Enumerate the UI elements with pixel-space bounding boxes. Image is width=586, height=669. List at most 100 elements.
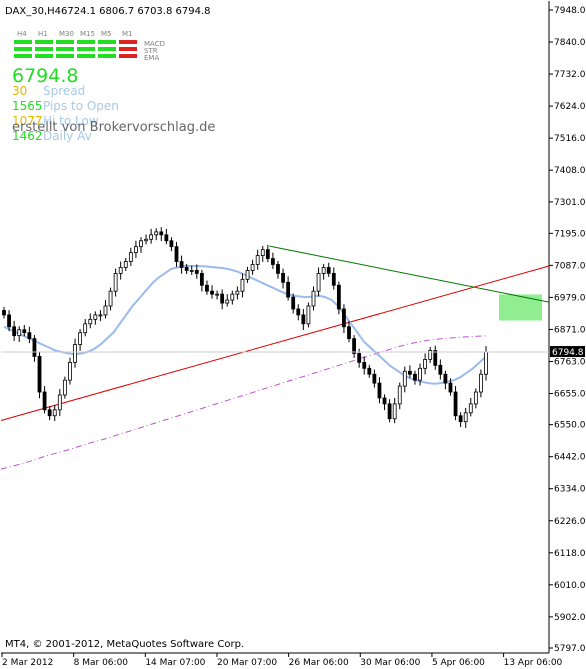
bull-candle-body xyxy=(306,305,311,325)
signal-bar xyxy=(35,40,53,44)
bear-candle-body xyxy=(164,234,169,242)
bear-candle-body xyxy=(42,391,47,411)
bear-candle-body xyxy=(362,361,367,369)
bear-candle-body xyxy=(220,293,225,304)
bull-candle-body xyxy=(83,323,88,334)
bull-candle-body xyxy=(463,412,468,423)
bear-candle-body xyxy=(357,353,362,363)
timeframe-label: M15 xyxy=(80,30,95,38)
bear-candle-body xyxy=(352,338,356,354)
bear-candle-body xyxy=(347,326,351,340)
bear-candle-body xyxy=(47,409,52,417)
signal-bar xyxy=(119,40,137,44)
bull-candle-body xyxy=(149,234,154,240)
target-zone-box xyxy=(499,294,542,321)
bear-candle-body xyxy=(32,338,37,357)
bull-candle-body xyxy=(215,293,219,296)
x-tick-label: 8 Mar 06:00 xyxy=(74,658,129,668)
bear-candle-body xyxy=(377,382,382,399)
y-tick-label: 7840.0 xyxy=(554,38,586,48)
signal-bar xyxy=(119,54,137,58)
bear-candle-body xyxy=(342,308,346,328)
x-tick-label: 26 Mar 06:00 xyxy=(289,658,349,668)
y-tick-label: 5797.0 xyxy=(554,644,586,654)
bull-candle-body xyxy=(255,255,260,265)
y-tick-label: 5902.0 xyxy=(554,613,586,623)
bear-candle-body xyxy=(2,310,6,316)
bear-candle-body xyxy=(458,415,463,423)
bull-candle-body xyxy=(73,344,77,363)
bear-candle-body xyxy=(326,267,331,274)
y-tick-label: 6442.0 xyxy=(554,453,586,463)
bull-candle-body xyxy=(423,359,428,369)
bear-candle-body xyxy=(331,272,336,286)
signal-bar xyxy=(14,54,32,58)
signal-bar xyxy=(56,54,74,58)
bull-candle-body xyxy=(392,403,397,420)
bear-candle-body xyxy=(179,261,184,268)
bull-candle-body xyxy=(397,385,402,405)
x-tick-label: 20 Mar 07:00 xyxy=(217,658,277,668)
bull-candle-body xyxy=(418,367,422,381)
bull-candle-body xyxy=(68,361,72,381)
signal-bar xyxy=(35,47,53,51)
signal-bar xyxy=(98,40,116,44)
bear-candle-body xyxy=(199,272,204,286)
price-chart[interactable]: DAX_30,H4 6724.1 6806.7 6703.8 6794.8 79… xyxy=(0,0,586,669)
x-tick-label: 13 Apr 06:00 xyxy=(504,658,563,668)
y-tick-label: 6550.0 xyxy=(554,421,586,431)
stat-label: Spread xyxy=(43,84,85,98)
bull-candle-body xyxy=(473,391,478,405)
stat-value: 30 xyxy=(12,84,27,98)
bull-candle-body xyxy=(62,379,67,396)
y-tick-label: 6979.0 xyxy=(554,293,586,303)
bull-candle-body xyxy=(240,278,245,292)
bear-candle-body xyxy=(438,364,443,375)
copyright-footer: MT4, © 2001-2012, MetaQuotes Software Co… xyxy=(5,639,244,650)
bear-candle-body xyxy=(433,350,438,366)
bear-candle-body xyxy=(448,382,453,393)
bear-candle-body xyxy=(27,332,32,340)
bear-candle-body xyxy=(301,314,306,325)
signal-bar xyxy=(56,40,74,44)
stat-value: 1565 xyxy=(12,99,43,113)
y-tick-label: 6763.0 xyxy=(554,357,586,367)
bear-candle-body xyxy=(7,314,11,328)
bear-candle-body xyxy=(22,329,27,334)
bull-candle-body xyxy=(468,403,473,414)
bull-candle-body xyxy=(98,314,103,317)
signal-bar xyxy=(77,54,95,58)
bear-candle-body xyxy=(336,284,341,310)
timeframe-label: M1 xyxy=(122,30,133,38)
x-tick-label: 14 Mar 07:00 xyxy=(145,658,205,668)
signal-bar xyxy=(77,47,95,51)
bear-candle-body xyxy=(367,367,372,375)
bear-candle-body xyxy=(407,370,412,375)
y-tick-label: 7408.0 xyxy=(554,166,586,176)
bear-candle-body xyxy=(194,270,199,274)
y-tick-label: 7624.0 xyxy=(554,102,586,112)
bull-candle-body xyxy=(113,272,118,292)
bull-candle-body xyxy=(245,270,250,280)
signal-bar xyxy=(56,47,74,51)
bull-candle-body xyxy=(402,370,407,387)
bull-candle-body xyxy=(316,272,321,292)
y-tick-label: 6871.0 xyxy=(554,325,586,335)
chart-header-ohlc: 6724.1 6806.7 6703.8 6794.8 xyxy=(61,6,211,17)
timeframe-label: M30 xyxy=(59,30,74,38)
bull-candle-body xyxy=(103,305,108,316)
bear-candle-body xyxy=(37,356,42,393)
y-tick-label: 7948.0 xyxy=(554,6,586,16)
bear-candle-body xyxy=(174,246,179,262)
signal-bar xyxy=(35,54,53,58)
bear-candle-body xyxy=(372,373,377,384)
bear-candle-body xyxy=(281,272,285,283)
watermark-text: erstellt von Brokervorschlag.de xyxy=(12,120,215,135)
y-tick-label: 6226.0 xyxy=(554,517,586,527)
x-tick-label: 5 Apr 06:00 xyxy=(432,658,485,668)
x-tick-label: 30 Mar 06:00 xyxy=(360,658,420,668)
bull-candle-body xyxy=(225,299,230,304)
y-tick-label: 7087.0 xyxy=(554,261,586,271)
bull-candle-body xyxy=(260,249,265,256)
bear-candle-body xyxy=(12,326,17,337)
